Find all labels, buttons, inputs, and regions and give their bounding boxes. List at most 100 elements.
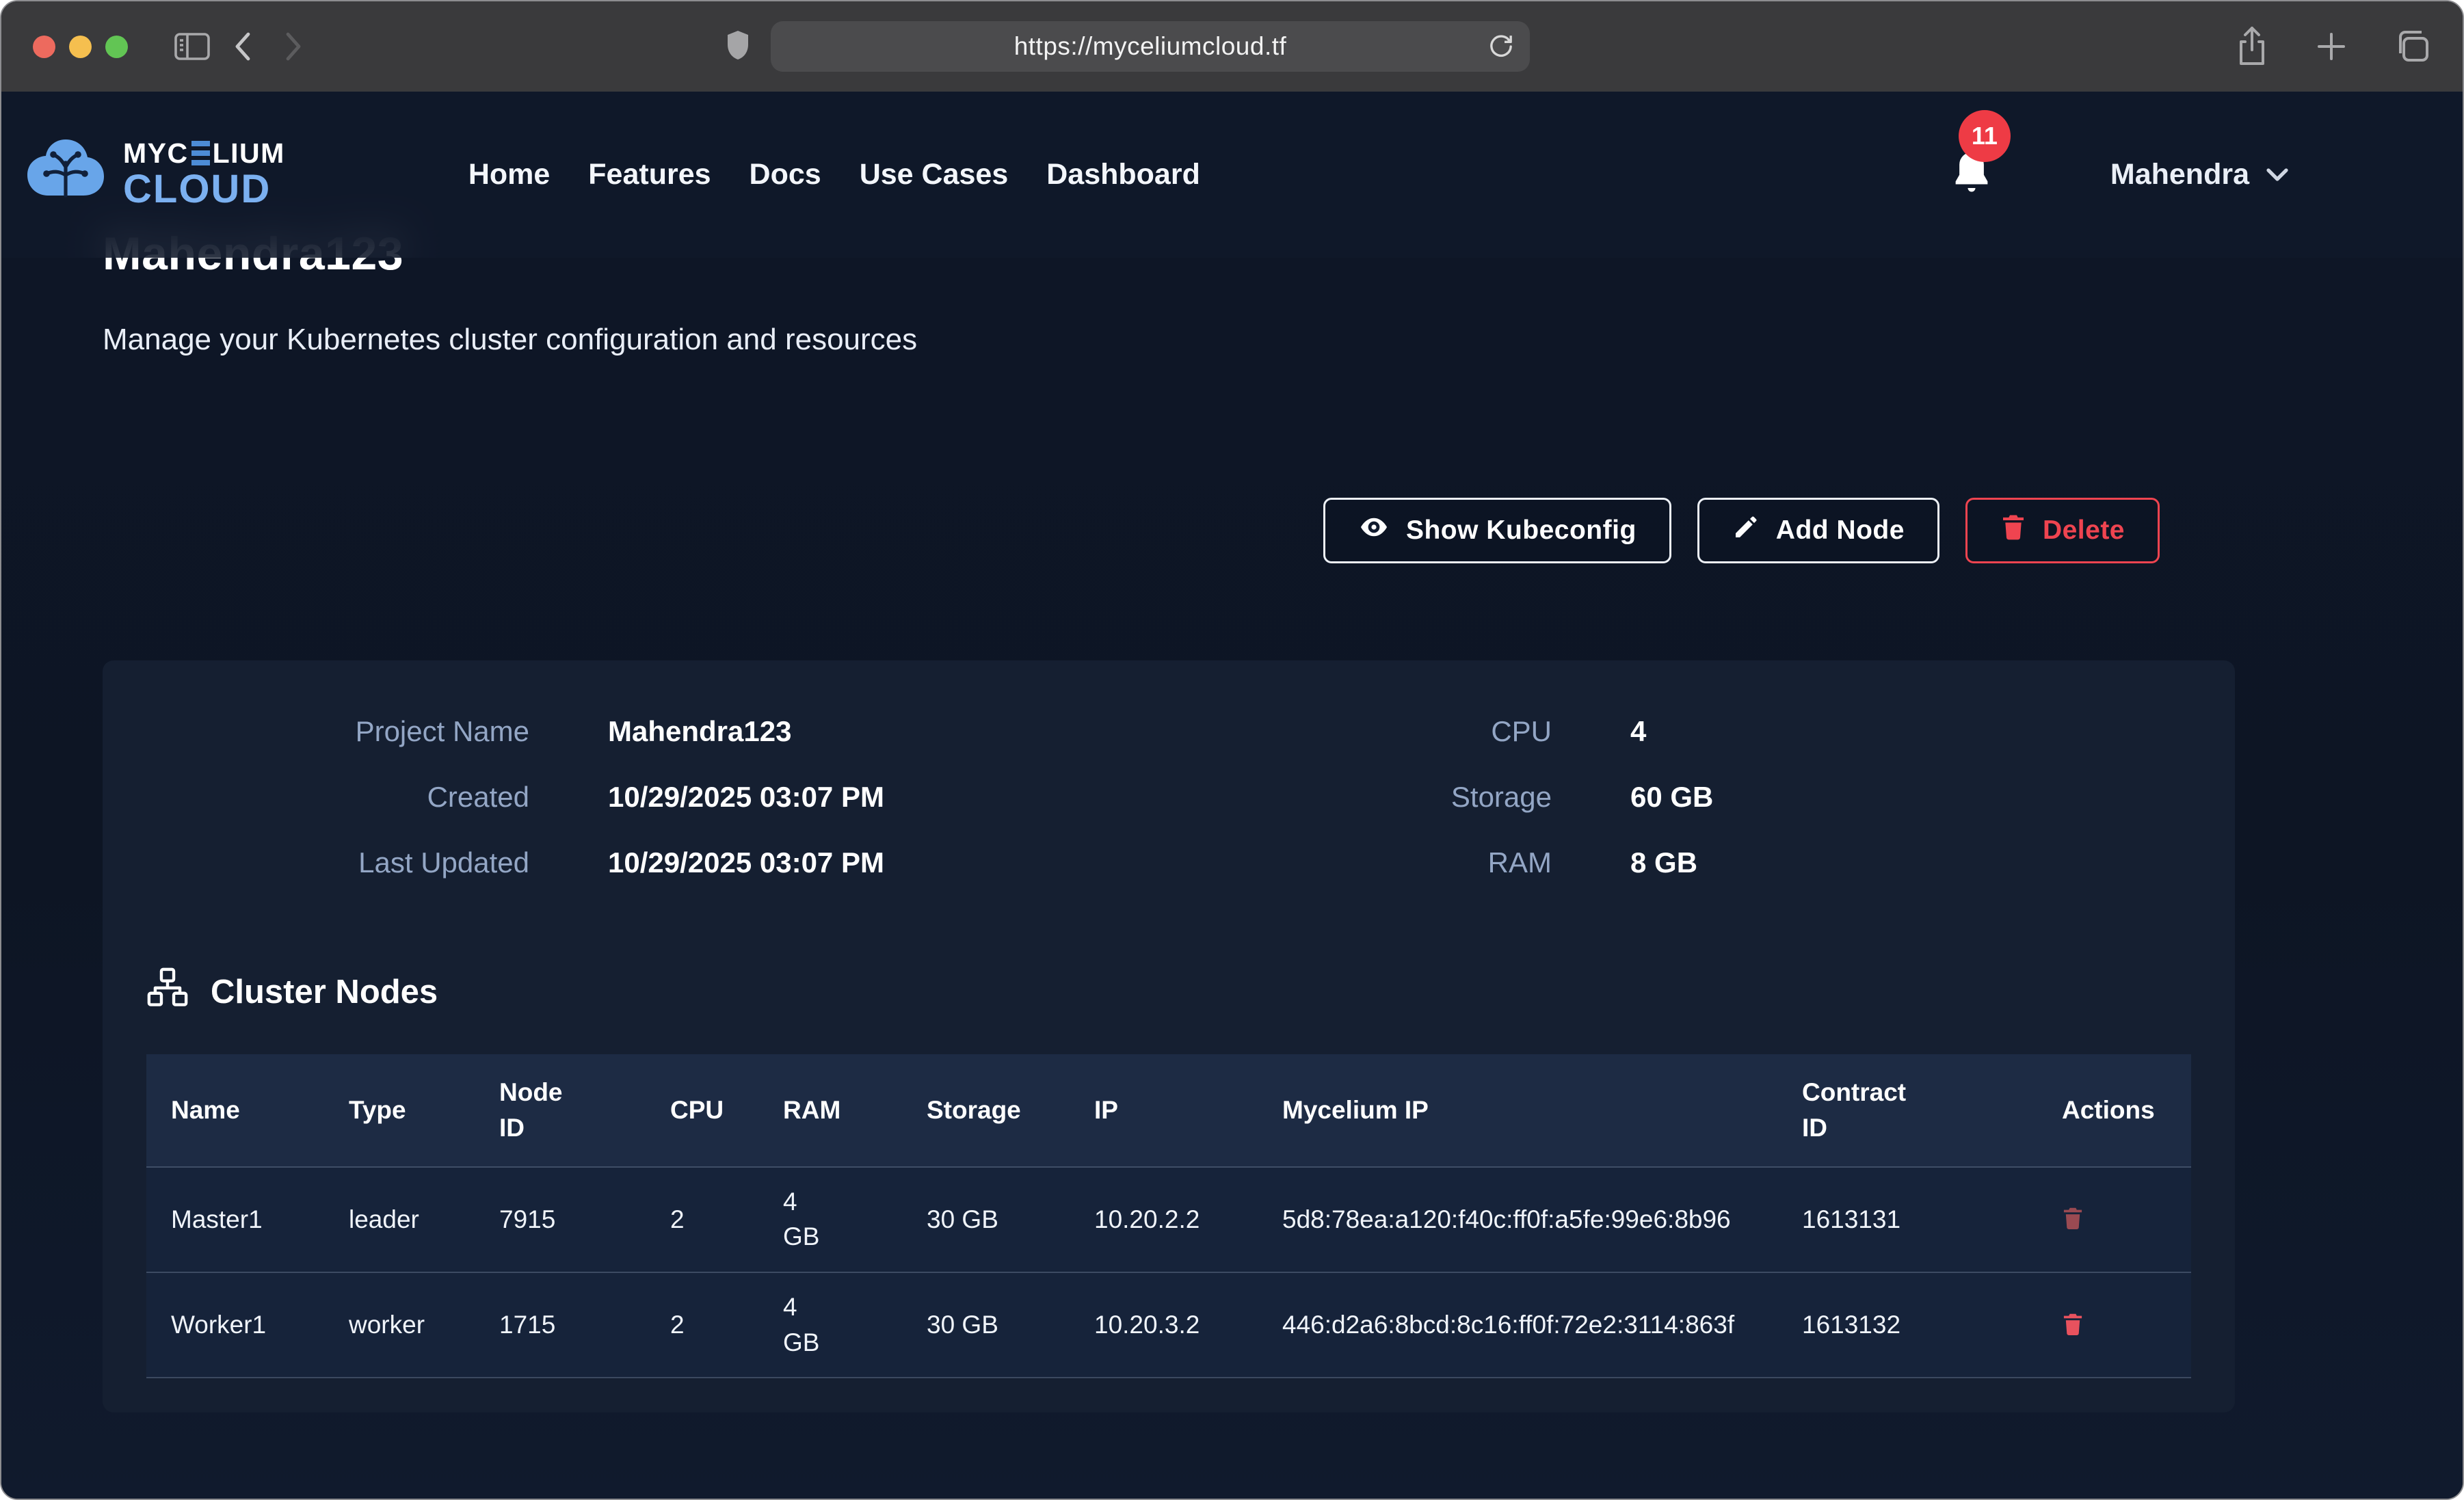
add-node-label: Add Node [1776, 515, 1905, 546]
delete-label: Delete [2043, 515, 2125, 546]
col-mycelium-ip: Mycelium IP [1258, 1054, 1777, 1167]
table-row: Master1 leader 7915 2 4 GB 30 GB 10.20.2… [146, 1167, 2191, 1272]
reload-icon[interactable] [1487, 31, 1515, 62]
col-ip: IP [1070, 1054, 1258, 1167]
delete-node-button[interactable] [2062, 1312, 2084, 1339]
col-actions: Actions [2037, 1054, 2191, 1167]
network-nodes-icon [146, 967, 189, 1017]
info-value: Mahendra123 [608, 715, 1169, 748]
brand-text: MYCLIUM CLOUD [123, 139, 285, 211]
cluster-nodes-heading: Cluster Nodes [146, 967, 2191, 1017]
nav-link-features[interactable]: Features [588, 158, 711, 191]
browser-chrome: https://myceliumcloud.tf [1, 1, 2463, 92]
cell-ram: 4 GB [758, 1272, 902, 1378]
cell-name: Master1 [146, 1167, 324, 1272]
nav-link-use-cases[interactable]: Use Cases [860, 158, 1009, 191]
url-text: https://myceliumcloud.tf [1014, 32, 1287, 61]
brand-top-line: MYCLIUM [123, 139, 285, 168]
cluster-details-card: Project Name Mahendra123 Created 10/29/2… [103, 660, 2235, 1412]
cluster-nodes-table: Name Type Node ID CPU RAM Storage IP Myc… [146, 1054, 2191, 1378]
cluster-info-grid: Project Name Mahendra123 Created 10/29/2… [146, 715, 2191, 879]
info-label: Project Name [146, 715, 529, 748]
navbar-right: 11 Mahendra [1949, 148, 2290, 201]
nav-link-docs[interactable]: Docs [750, 158, 821, 191]
cell-actions [2037, 1167, 2191, 1272]
delete-node-button[interactable] [2062, 1206, 2084, 1233]
info-value: 10/29/2025 03:07 PM [608, 781, 1169, 814]
cell-node-id: 7915 [475, 1167, 646, 1272]
brand-logo[interactable]: MYCLIUM CLOUD [22, 134, 285, 215]
info-value: 10/29/2025 03:07 PM [608, 846, 1169, 879]
nav-links: Home Features Docs Use Cases Dashboard [468, 158, 1200, 191]
cell-name: Worker1 [146, 1272, 324, 1378]
trash-icon [2062, 1206, 2084, 1233]
stylized-e-icon [191, 141, 210, 165]
back-icon[interactable] [229, 29, 259, 64]
eye-icon [1358, 514, 1390, 547]
cell-storage: 30 GB [902, 1167, 1070, 1272]
nav-link-home[interactable]: Home [468, 158, 550, 191]
add-node-button[interactable]: Add Node [1697, 498, 1939, 563]
cell-storage: 30 GB [902, 1272, 1070, 1378]
cell-contract-id: 1613132 [1777, 1272, 2037, 1378]
nav-link-dashboard[interactable]: Dashboard [1046, 158, 1200, 191]
mycelium-cloud-logo-icon [22, 134, 109, 215]
cluster-toolbar: Show Kubeconfig Add Node [103, 498, 2232, 563]
info-value: 8 GB [1630, 846, 2191, 879]
info-label: Created [146, 781, 529, 814]
trash-icon [2000, 513, 2026, 548]
cluster-info-right: CPU 4 Storage 60 GB RAM 8 GB [1169, 715, 2191, 879]
maximize-window-button[interactable] [105, 36, 128, 58]
new-tab-icon[interactable] [2314, 29, 2349, 64]
share-icon[interactable] [2234, 25, 2270, 68]
cell-actions [2037, 1272, 2191, 1378]
trash-icon [2062, 1312, 2084, 1339]
col-cpu: CPU [646, 1054, 758, 1167]
forward-icon [277, 29, 307, 64]
user-name: Mahendra [2110, 158, 2249, 191]
cell-mycelium-ip: 5d8:78ea:a120:f40c:ff0f:a5fe:99e6:8b96 [1258, 1167, 1777, 1272]
minimize-window-button[interactable] [69, 36, 92, 58]
cell-ip: 10.20.2.2 [1070, 1167, 1258, 1272]
col-storage: Storage [902, 1054, 1070, 1167]
cluster-nodes-title: Cluster Nodes [211, 973, 438, 1011]
page-viewport: Mahendra123 Manage your Kubernetes clust… [1, 92, 2463, 1500]
site-navbar: MYCLIUM CLOUD Home Features Docs Use Cas… [1, 92, 2463, 258]
cell-mycelium-ip: 446:d2a6:8bcd:8c16:ff0f:72e2:3114:863f [1258, 1272, 1777, 1378]
tab-overview-icon[interactable] [2393, 29, 2431, 64]
sidebar-toggle-icon[interactable] [173, 30, 211, 63]
cell-type: worker [324, 1272, 475, 1378]
close-window-button[interactable] [33, 36, 55, 58]
page-subtitle: Manage your Kubernetes cluster configura… [103, 323, 2232, 357]
privacy-shield-icon[interactable] [726, 29, 750, 64]
brand-bottom-line: CLOUD [123, 169, 285, 211]
chevron-down-icon [2264, 158, 2290, 191]
address-bar[interactable]: https://myceliumcloud.tf [771, 21, 1530, 72]
cluster-info-left: Project Name Mahendra123 Created 10/29/2… [146, 715, 1169, 879]
pencil-icon [1732, 513, 1760, 548]
cell-ram: 4 GB [758, 1167, 902, 1272]
show-kubeconfig-button[interactable]: Show Kubeconfig [1323, 498, 1671, 563]
info-value: 60 GB [1630, 781, 2191, 814]
page-content: Mahendra123 Manage your Kubernetes clust… [1, 92, 2463, 1412]
notifications-button[interactable]: 11 [1949, 148, 1994, 201]
col-node-id: Node ID [475, 1054, 646, 1167]
cell-ip: 10.20.3.2 [1070, 1272, 1258, 1378]
cell-node-id: 1715 [475, 1272, 646, 1378]
info-label: Storage [1169, 781, 1552, 814]
window-controls [33, 36, 128, 58]
col-type: Type [324, 1054, 475, 1167]
info-value: 4 [1630, 715, 2191, 748]
cell-contract-id: 1613131 [1777, 1167, 2037, 1272]
info-label: CPU [1169, 715, 1552, 748]
delete-cluster-button[interactable]: Delete [1965, 498, 2160, 563]
show-kubeconfig-label: Show Kubeconfig [1406, 515, 1637, 546]
user-menu-button[interactable]: Mahendra [2110, 158, 2290, 191]
chrome-right-icons [2234, 25, 2431, 68]
col-ram: RAM [758, 1054, 902, 1167]
col-name: Name [146, 1054, 324, 1167]
notification-count-badge: 11 [1959, 110, 2011, 162]
table-header-row: Name Type Node ID CPU RAM Storage IP Myc… [146, 1054, 2191, 1167]
col-contract-id: Contract ID [1777, 1054, 2037, 1167]
cell-cpu: 2 [646, 1272, 758, 1378]
